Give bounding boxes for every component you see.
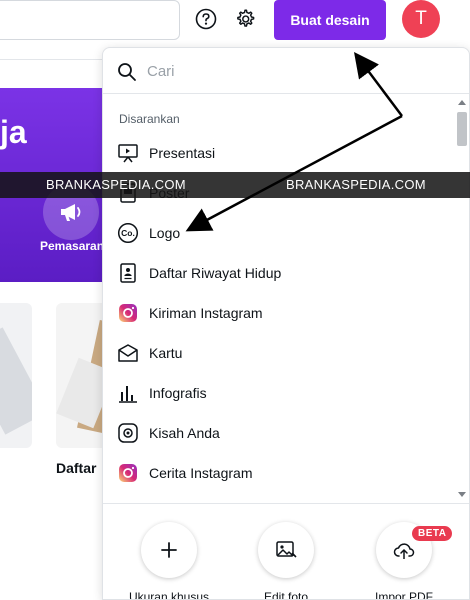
hero-category-label: Pemasaran (40, 239, 105, 253)
design-type-label: Presentasi (149, 145, 216, 161)
watermark-band: BRANKASPEDIA.COM BRANKASPEDIA.COM (0, 172, 470, 198)
beta-badge: BETA (412, 526, 453, 541)
edit-photo-button[interactable] (258, 522, 314, 578)
custom-size-label: Ukuran khusus (128, 590, 210, 600)
story-icon (117, 422, 139, 444)
search-icon (118, 63, 136, 81)
hero-title: ja (0, 114, 27, 150)
edit-photo-label: Edit foto (263, 590, 309, 600)
scroll-up-arrow[interactable] (458, 100, 466, 105)
create-design-button[interactable]: Buat desain (274, 0, 386, 40)
design-type-label: Cerita Instagram (149, 465, 253, 481)
design-type-instagram-post[interactable]: Kiriman Instagram (103, 293, 453, 333)
gear-icon[interactable] (234, 8, 256, 30)
scrollbar-thumb[interactable] (457, 112, 467, 146)
dropdown-search-bar (103, 48, 469, 94)
design-type-label: Logo (149, 225, 181, 241)
create-design-dropdown: Disarankan Presentasi Poster Co. Logo (102, 47, 470, 600)
template-thumbnail[interactable] (0, 303, 32, 448)
instagram-icon (117, 302, 139, 324)
design-type-label: Kartu (149, 345, 183, 361)
plus-icon (161, 542, 177, 558)
section-title: Disarankan (119, 112, 180, 126)
dropdown-scrollbar[interactable] (453, 94, 469, 504)
design-type-label: Infografis (149, 385, 207, 401)
design-type-infographic[interactable]: Infografis (103, 373, 453, 413)
design-type-resume[interactable]: Daftar Riwayat Hidup (103, 253, 453, 293)
instagram-icon (117, 462, 139, 484)
card-icon (117, 342, 139, 364)
scroll-down-arrow[interactable] (458, 492, 466, 497)
image-edit-icon (276, 541, 297, 558)
logo-icon: Co. (117, 222, 139, 244)
cloud-upload-icon (393, 543, 415, 559)
design-type-instagram-story[interactable]: Cerita Instagram (103, 453, 453, 493)
design-search-input[interactable] (147, 60, 447, 82)
design-type-label: Kiriman Instagram (149, 305, 263, 321)
design-type-your-story[interactable]: Kisah Anda (103, 413, 453, 453)
design-type-partial[interactable] (103, 493, 453, 503)
custom-size-button[interactable] (141, 522, 197, 578)
design-type-presentation[interactable]: Presentasi (103, 133, 453, 173)
design-type-card[interactable]: Kartu (103, 333, 453, 373)
watermark-text: BRANKASPEDIA.COM (286, 177, 426, 192)
design-type-label: Daftar Riwayat Hidup (149, 265, 282, 281)
main-search-box[interactable] (0, 0, 180, 40)
avatar[interactable]: T (402, 0, 440, 38)
presentation-icon (117, 142, 139, 164)
import-pdf-label: Impor PDF (374, 590, 433, 600)
design-type-label: Kisah Anda (149, 425, 220, 441)
svg-text:Co.: Co. (121, 228, 135, 238)
resume-icon (117, 262, 139, 284)
design-type-logo[interactable]: Co. Logo (103, 213, 453, 253)
help-icon[interactable] (195, 8, 217, 30)
megaphone-icon (61, 204, 81, 221)
template-thumbnail-label: Daftar (56, 460, 97, 476)
infographic-icon (117, 382, 139, 404)
watermark-text: BRANKASPEDIA.COM (46, 177, 186, 192)
dropdown-footer: BETA Ukuran khusus Edit foto Impor PDF (103, 503, 469, 600)
